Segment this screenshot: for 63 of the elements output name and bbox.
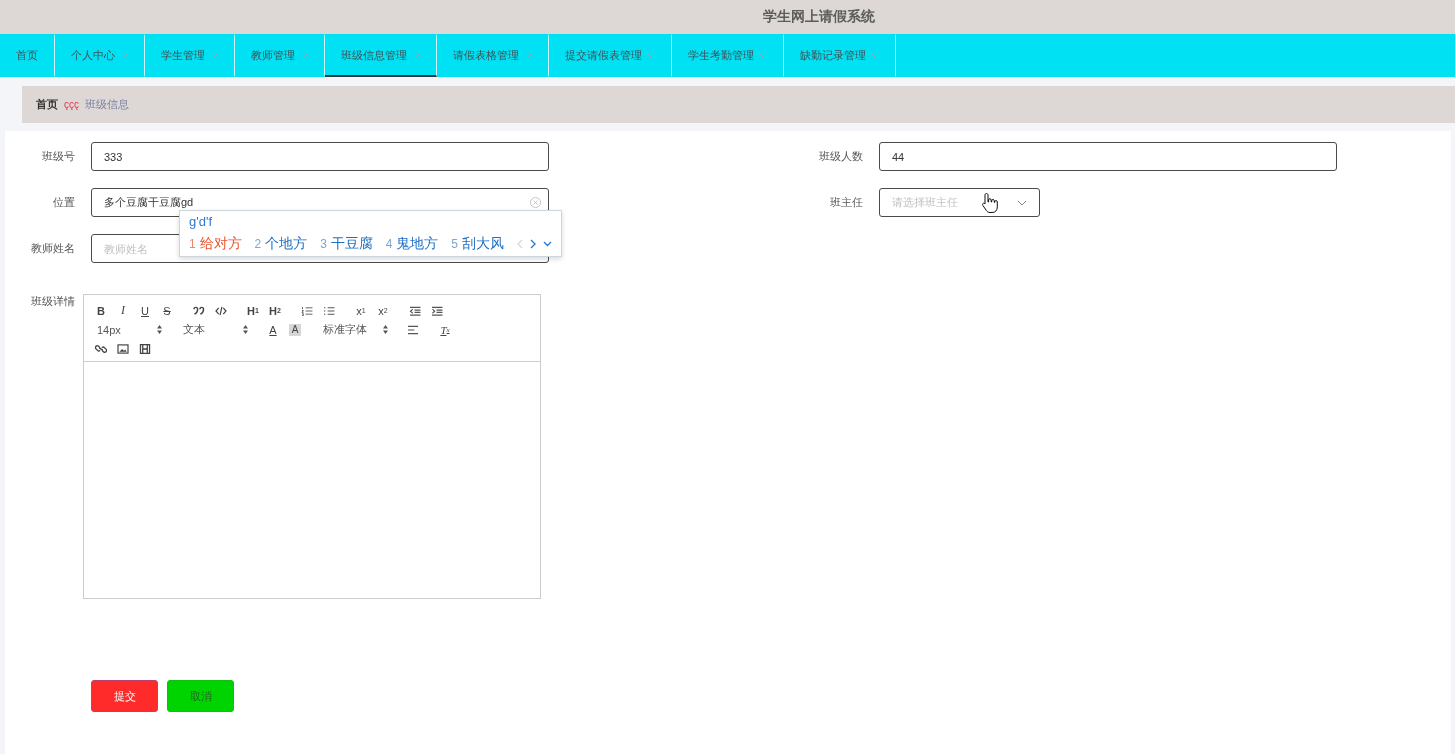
nav-tab[interactable]: 学生考勤管理 <box>672 34 784 77</box>
dropdown-arrows-icon <box>157 325 162 334</box>
highlight-button[interactable]: A <box>289 323 301 336</box>
hand-cursor-icon <box>981 192 999 214</box>
numbered-list-icon[interactable] <box>301 305 313 316</box>
dropdown-arrows-icon <box>243 325 248 334</box>
field-label: 班级人数 <box>818 149 864 164</box>
toolbar-dropdown[interactable]: 14px <box>90 320 166 339</box>
caret-icon <box>120 53 128 58</box>
link-icon[interactable] <box>95 343 107 354</box>
field-label: 班级号 <box>41 149 76 164</box>
outdent-icon[interactable] <box>409 305 421 316</box>
text-field[interactable]: 44 <box>879 142 1337 171</box>
bullet-list-icon[interactable] <box>323 305 335 316</box>
caret-icon <box>871 53 879 58</box>
film-icon[interactable] <box>139 343 151 354</box>
nav-tab[interactable]: 班级信息管理 <box>325 34 437 77</box>
underline-button[interactable]: U <box>134 301 156 320</box>
chevron-down-icon <box>1017 199 1027 206</box>
caret-icon <box>524 53 532 58</box>
nav-tab[interactable]: 学生管理 <box>145 34 235 77</box>
caret-icon <box>647 53 655 58</box>
field-label: 班主任 <box>829 195 864 210</box>
caret-icon <box>300 53 308 58</box>
caret-icon <box>210 53 218 58</box>
align-left-icon[interactable] <box>407 324 419 335</box>
ime-candidate[interactable]: 4 鬼地方 <box>385 234 439 253</box>
nav-tab[interactable]: 首页 <box>0 34 55 77</box>
cancel-button[interactable]: 取消 <box>167 680 234 712</box>
quote-icon[interactable] <box>193 305 205 316</box>
breadcrumb-separator: ççç <box>64 99 79 110</box>
field-label: 教师姓名 <box>30 241 76 256</box>
submit-button[interactable]: 提交 <box>91 680 158 712</box>
field-label: 位置 <box>52 195 76 210</box>
indent-icon[interactable] <box>431 305 443 316</box>
ime-candidate[interactable]: 2 个地方 <box>254 234 308 253</box>
italic-button[interactable]: I <box>112 301 134 320</box>
text-color-button[interactable]: A <box>262 320 284 339</box>
ime-candidate[interactable]: 5 刮大风 <box>451 234 504 253</box>
nav-tab[interactable]: 缺勤记录管理 <box>784 34 896 77</box>
code-icon[interactable] <box>215 305 227 316</box>
toolbar-dropdown[interactable]: 标准字体 <box>316 320 392 339</box>
nav-tab[interactable]: 请假表格管理 <box>437 34 549 77</box>
nav-tab[interactable]: 个人中心 <box>55 34 145 77</box>
ime-candidate[interactable]: 3 干豆腐 <box>320 234 373 253</box>
caret-icon <box>412 53 420 58</box>
breadcrumb-link[interactable]: 首页 <box>36 97 58 112</box>
toolbar-dropdown[interactable]: 文本 <box>176 320 252 339</box>
strikethrough-button[interactable]: S <box>156 301 178 320</box>
nav-tab[interactable]: 教师管理 <box>235 34 325 77</box>
breadcrumb-current: 班级信息 <box>85 97 129 112</box>
app-title: 学生网上请假系统 <box>762 8 875 26</box>
field-label: 班级详情 <box>30 294 75 309</box>
superscript-button[interactable]: x$^{2}$ <box>372 301 394 320</box>
next-page-icon[interactable] <box>530 238 536 249</box>
dropdown-arrows-icon <box>383 325 388 334</box>
bold-button[interactable]: B <box>90 301 112 320</box>
ime-candidate[interactable]: 1 给对方 <box>189 234 242 253</box>
image-icon[interactable] <box>117 343 129 354</box>
caret-icon <box>759 53 767 58</box>
text-field[interactable]: 333 <box>91 142 549 171</box>
expand-icon[interactable] <box>543 240 552 247</box>
nav-tab[interactable]: 提交请假表管理 <box>549 34 672 77</box>
